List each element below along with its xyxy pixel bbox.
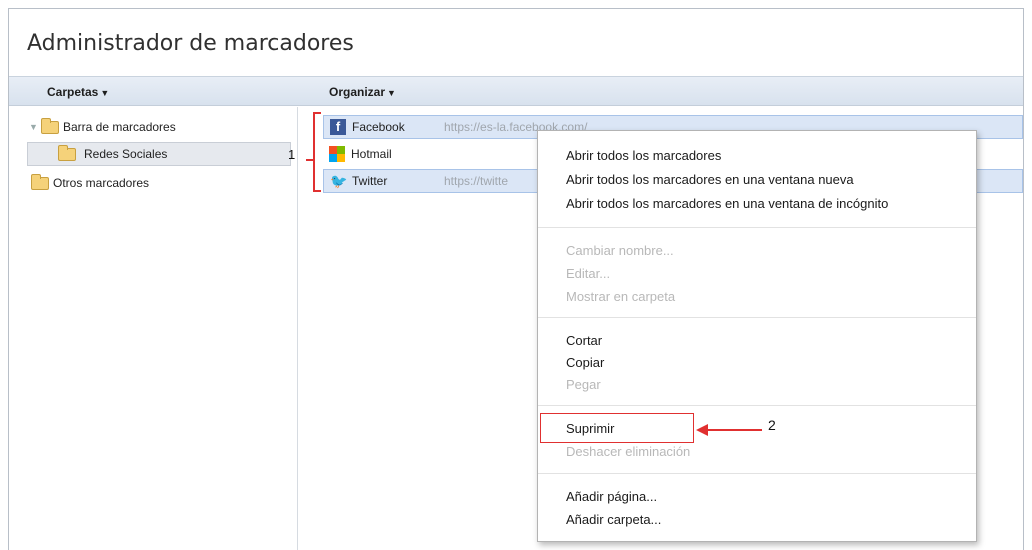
folder-open-icon <box>41 117 59 134</box>
menu-item-open-all-incognito[interactable]: Abrir todos los marcadores en una ventan… <box>566 196 888 211</box>
menu-item-add-page[interactable]: Añadir página... <box>566 489 657 504</box>
annotation-marker-2: 2 <box>768 417 776 433</box>
menu-item-rename: Cambiar nombre... <box>566 243 674 258</box>
menu-item-delete[interactable]: Suprimir <box>566 421 614 436</box>
context-menu: Abrir todos los marcadores Abrir todos l… <box>537 130 977 542</box>
folder-tree: ▼ Barra de marcadores Redes Sociales 1 O… <box>9 107 298 550</box>
tree-item-label: Barra de marcadores <box>63 120 176 134</box>
bookmark-name: Hotmail <box>351 147 392 161</box>
toolbar: Carpetas ▼ Organizar ▼ <box>9 76 1023 106</box>
annotation-bracket-tick <box>306 159 314 161</box>
organize-menu-label: Organizar <box>329 85 386 99</box>
menu-separator <box>538 317 976 318</box>
menu-separator <box>538 473 976 474</box>
menu-item-open-all-new-window[interactable]: Abrir todos los marcadores en una ventan… <box>566 172 854 187</box>
caret-down-icon: ▼ <box>100 88 110 98</box>
menu-separator <box>538 227 976 228</box>
bookmark-url: https://twitte <box>444 174 509 188</box>
menu-item-copy[interactable]: Copiar <box>566 355 604 370</box>
facebook-icon: f <box>330 119 346 135</box>
folder-icon <box>58 144 76 161</box>
bookmark-name: Twitter <box>352 174 388 188</box>
annotation-bracket <box>313 112 321 192</box>
annotation-marker-1: 1 <box>288 147 296 162</box>
expand-triangle-icon[interactable]: ▼ <box>29 122 41 132</box>
tree-item-redes-sociales[interactable]: Redes Sociales <box>27 142 291 166</box>
menu-separator <box>538 405 976 406</box>
tree-item-other-bookmarks[interactable]: Otros marcadores <box>31 171 149 195</box>
menu-item-paste: Pegar <box>566 377 601 392</box>
menu-item-edit: Editar... <box>566 266 611 281</box>
tree-item-label: Otros marcadores <box>53 176 150 190</box>
folder-icon <box>31 173 49 190</box>
page-title: Administrador de marcadores <box>27 31 354 56</box>
menu-item-open-all[interactable]: Abrir todos los marcadores <box>566 148 721 163</box>
tree-item-label: Redes Sociales <box>84 147 168 161</box>
caret-down-icon: ▼ <box>387 88 396 98</box>
folders-menu-label: Carpetas <box>47 85 99 99</box>
tree-item-bookmarks-bar[interactable]: ▼ Barra de marcadores <box>29 115 176 139</box>
menu-item-show-in-folder: Mostrar en carpeta <box>566 289 676 304</box>
organize-menu-button[interactable]: Organizar ▼ <box>329 85 396 99</box>
twitter-bird-icon: 🐦 <box>330 173 348 189</box>
menu-item-undo-delete: Deshacer eliminación <box>566 444 691 459</box>
folders-menu-button[interactable]: Carpetas ▼ <box>47 85 109 99</box>
microsoft-logo-icon <box>329 146 345 162</box>
menu-item-add-folder[interactable]: Añadir carpeta... <box>566 512 661 527</box>
menu-item-cut[interactable]: Cortar <box>566 333 602 348</box>
bookmark-name: Facebook <box>352 120 405 134</box>
annotation-highlight-box <box>540 413 694 443</box>
annotation-arrow-icon <box>696 424 762 436</box>
